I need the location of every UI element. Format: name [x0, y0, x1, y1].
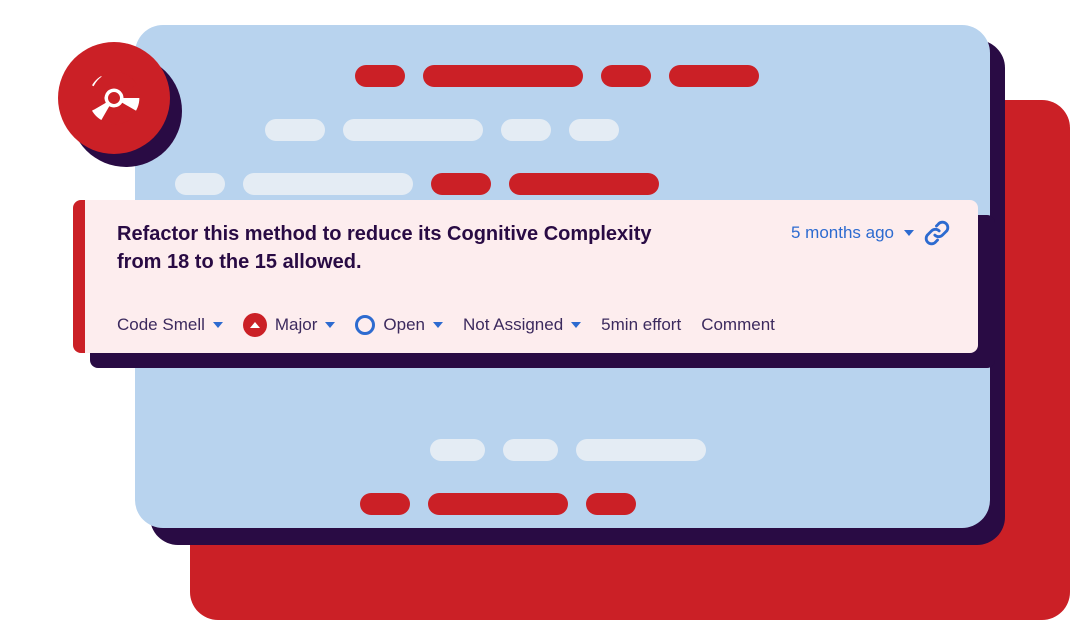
illustration-stage: Refactor this method to reduce its Cogni…: [0, 0, 1088, 632]
effort-label: 5min effort: [601, 315, 681, 335]
type-dropdown[interactable]: Code Smell: [117, 315, 223, 335]
token-red: [423, 65, 583, 87]
token-red: [669, 65, 759, 87]
severity-major-icon: [243, 313, 267, 337]
token-red: [355, 65, 405, 87]
token-light: [343, 119, 483, 141]
token-light: [243, 173, 413, 195]
code-smell-badge: [58, 42, 170, 154]
radioactive-icon: [85, 69, 143, 127]
permalink-icon[interactable]: [924, 220, 950, 246]
issue-meta-row: Code Smell Major Open Not Assigned: [117, 313, 950, 337]
assignee-dropdown[interactable]: Not Assigned: [463, 315, 581, 335]
chevron-down-icon: [571, 322, 581, 328]
token-red: [586, 493, 636, 515]
chevron-down-icon: [325, 322, 335, 328]
token-light: [576, 439, 706, 461]
code-line: [135, 493, 990, 515]
status-label: Open: [383, 315, 425, 335]
token-light: [430, 439, 485, 461]
chevron-down-icon: [433, 322, 443, 328]
type-label: Code Smell: [117, 315, 205, 335]
issue-card: Refactor this method to reduce its Cogni…: [73, 200, 978, 353]
issue-age-group: 5 months ago: [791, 220, 950, 246]
severity-dropdown[interactable]: Major: [243, 313, 336, 337]
issue-message: Refactor this method to reduce its Cogni…: [117, 220, 677, 276]
comment-button[interactable]: Comment: [701, 315, 775, 335]
token-light: [265, 119, 325, 141]
token-light: [569, 119, 619, 141]
code-line: [135, 119, 990, 141]
token-light: [175, 173, 225, 195]
code-line: [135, 439, 990, 461]
assignee-label: Not Assigned: [463, 315, 563, 335]
token-red: [509, 173, 659, 195]
status-dropdown[interactable]: Open: [355, 315, 443, 335]
token-light: [503, 439, 558, 461]
token-red: [431, 173, 491, 195]
token-red: [360, 493, 410, 515]
issue-body: Refactor this method to reduce its Cogni…: [85, 200, 978, 353]
token-light: [501, 119, 551, 141]
token-red: [601, 65, 651, 87]
issue-header-row: Refactor this method to reduce its Cogni…: [117, 220, 950, 276]
status-open-icon: [355, 315, 375, 335]
issue-age[interactable]: 5 months ago: [791, 223, 894, 243]
chevron-down-icon[interactable]: [904, 230, 914, 236]
code-line: [135, 65, 990, 87]
chevron-down-icon: [213, 322, 223, 328]
severity-stripe: [73, 200, 85, 353]
code-line: [135, 173, 990, 195]
severity-label: Major: [275, 315, 318, 335]
token-red: [428, 493, 568, 515]
